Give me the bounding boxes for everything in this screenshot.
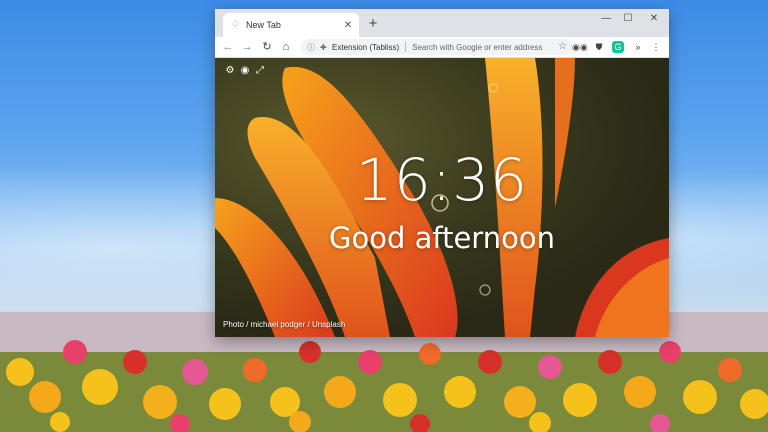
extension-label: Extension (Tabliss) (332, 42, 400, 52)
greeting-text: Good afternoon (329, 221, 555, 255)
photo-credit[interactable]: Photo / michael podger / Unsplash (223, 320, 345, 329)
tab-new-tab[interactable]: ♢ New Tab ✕ (223, 13, 359, 37)
forward-button[interactable]: → (239, 39, 255, 55)
bookmark-star-icon[interactable]: ☆ (558, 39, 567, 55)
tabliss-new-tab-page: ⚙ ◉ ⤢ 16:36 Good afternoon Photo / micha… (215, 58, 669, 337)
extensions-overflow-button[interactable]: » (631, 40, 645, 54)
settings-icon[interactable]: ⚙ (225, 66, 235, 76)
browser-window: ♢ New Tab ✕ + — ☐ ✕ ← → ↻ ⌂ ⓘ ✚ Extensio… (215, 9, 669, 337)
extension-puzzle-icon: ✚ (320, 42, 327, 52)
expand-icon[interactable]: ⤢ (255, 66, 265, 76)
eye-icon[interactable]: ◉ (240, 66, 250, 76)
address-bar[interactable]: ⓘ ✚ Extension (Tabliss) Search with Goog… (301, 39, 573, 55)
reload-button[interactable]: ↻ (259, 39, 275, 55)
overlay-toolbar: ⚙ ◉ ⤢ (225, 66, 265, 76)
search-input[interactable]: Search with Google or enter address (412, 43, 542, 52)
new-tab-button[interactable]: + (365, 15, 381, 32)
clock-time: 16:36 (355, 146, 529, 214)
browser-menu-button[interactable]: ⋮ (649, 40, 663, 54)
browser-toolbar: ← → ↻ ⌂ ⓘ ✚ Extension (Tabliss) Search w… (215, 37, 669, 58)
home-button[interactable]: ⌂ (278, 39, 294, 55)
grammarly-icon[interactable]: G (612, 41, 624, 53)
minimize-button[interactable]: — (595, 13, 617, 24)
info-icon[interactable]: ⓘ (307, 42, 317, 53)
tabliss-favicon-icon: ♢ (231, 19, 240, 30)
close-icon[interactable]: ✕ (341, 20, 355, 31)
omnibox-divider (405, 42, 407, 52)
back-button[interactable]: ← (220, 39, 236, 55)
tab-title: New Tab (246, 20, 281, 30)
glasses-icon[interactable]: ◉◉ (572, 40, 588, 54)
maximize-button[interactable]: ☐ (617, 13, 639, 24)
shield-icon[interactable]: ⛊ (592, 40, 606, 54)
close-window-button[interactable]: ✕ (643, 13, 665, 24)
tab-strip: ♢ New Tab ✕ + — ☐ ✕ (215, 9, 669, 37)
